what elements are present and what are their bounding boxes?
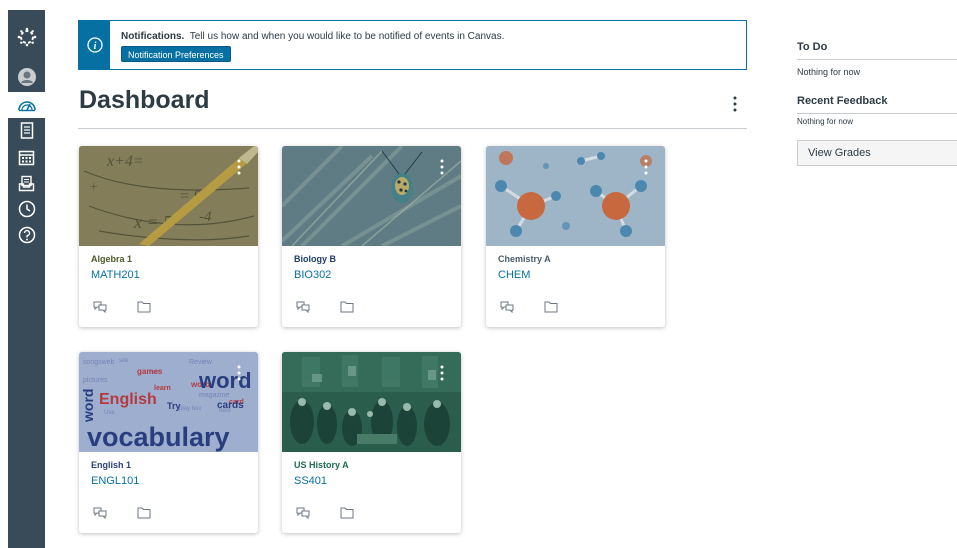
feedback-empty-text: Nothing for now xyxy=(797,117,854,126)
notification-title: Notifications. xyxy=(121,31,185,42)
todo-empty-text: Nothing for now xyxy=(797,67,861,77)
course-card[interactable]: Chemistry A CHEM xyxy=(486,146,665,327)
course-name[interactable]: Chemistry A xyxy=(498,254,551,264)
card-options-icon[interactable] xyxy=(643,159,649,175)
discussions-icon[interactable] xyxy=(93,506,107,520)
todo-divider xyxy=(797,59,957,60)
files-folder-icon[interactable] xyxy=(137,301,151,313)
course-card[interactable]: songsweb site Review pictures Fun magazi… xyxy=(79,352,258,533)
dashboard-options-icon[interactable] xyxy=(729,94,741,114)
course-card[interactable]: Biology B BIO302 xyxy=(282,146,461,327)
course-card-image[interactable]: songsweb site Review pictures Fun magazi… xyxy=(79,352,258,452)
courses-icon[interactable] xyxy=(8,118,45,144)
course-code[interactable]: MATH201 xyxy=(91,269,140,281)
course-card-image[interactable] xyxy=(282,146,461,246)
window-frame-top xyxy=(0,0,957,10)
view-grades-button[interactable]: View Grades xyxy=(797,140,957,166)
notification-text: Notifications. Tell us how and when you … xyxy=(121,31,504,42)
canvas-logo-icon[interactable] xyxy=(8,24,45,50)
card-options-icon[interactable] xyxy=(236,365,242,381)
course-card-image[interactable] xyxy=(486,146,665,246)
calendar-icon[interactable] xyxy=(8,144,45,170)
course-card[interactable]: x+4= + -4 x = 5 = 9 Algebra 1 MATH201 xyxy=(79,146,258,327)
window-frame-left xyxy=(0,10,8,548)
course-code[interactable]: BIO302 xyxy=(294,269,331,281)
notification-preferences-button[interactable]: Notification Preferences xyxy=(121,46,231,62)
history-icon[interactable] xyxy=(8,196,45,222)
todo-heading: To Do xyxy=(797,41,828,53)
recent-feedback-heading: Recent Feedback xyxy=(797,95,888,107)
course-card[interactable]: US History A SS401 xyxy=(282,352,461,533)
course-card-image[interactable]: x+4= + -4 x = 5 = 9 xyxy=(79,146,258,246)
files-folder-icon[interactable] xyxy=(137,507,151,519)
help-icon[interactable] xyxy=(8,222,45,248)
feedback-divider xyxy=(797,113,957,114)
files-folder-icon[interactable] xyxy=(340,301,354,313)
notification-stripe: i xyxy=(79,21,110,69)
card-options-icon[interactable] xyxy=(439,365,445,381)
info-icon: i xyxy=(86,37,103,53)
course-name[interactable]: English 1 xyxy=(91,460,131,470)
course-code[interactable]: CHEM xyxy=(498,269,530,281)
course-name[interactable]: Biology B xyxy=(294,254,336,264)
inbox-icon[interactable] xyxy=(8,170,45,196)
card-options-icon[interactable] xyxy=(439,159,445,175)
course-code[interactable]: ENGL101 xyxy=(91,475,139,487)
page-title: Dashboard xyxy=(79,86,210,114)
notification-banner: i Notifications. Tell us how and when yo… xyxy=(78,20,747,70)
card-options-icon[interactable] xyxy=(236,159,242,175)
course-name[interactable]: US History A xyxy=(294,460,349,470)
account-icon[interactable] xyxy=(8,64,45,90)
files-folder-icon[interactable] xyxy=(340,507,354,519)
files-folder-icon[interactable] xyxy=(544,301,558,313)
discussions-icon[interactable] xyxy=(296,506,310,520)
course-code[interactable]: SS401 xyxy=(294,475,327,487)
discussions-icon[interactable] xyxy=(93,300,107,314)
dashboard-icon[interactable] xyxy=(8,92,45,118)
course-name[interactable]: Algebra 1 xyxy=(91,254,132,264)
course-card-image[interactable] xyxy=(282,352,461,452)
svg-text:i: i xyxy=(93,41,96,52)
global-nav xyxy=(8,10,45,548)
header-divider xyxy=(78,128,747,129)
notification-message: Tell us how and when you would like to b… xyxy=(189,31,505,42)
discussions-icon[interactable] xyxy=(296,300,310,314)
discussions-icon[interactable] xyxy=(500,300,514,314)
